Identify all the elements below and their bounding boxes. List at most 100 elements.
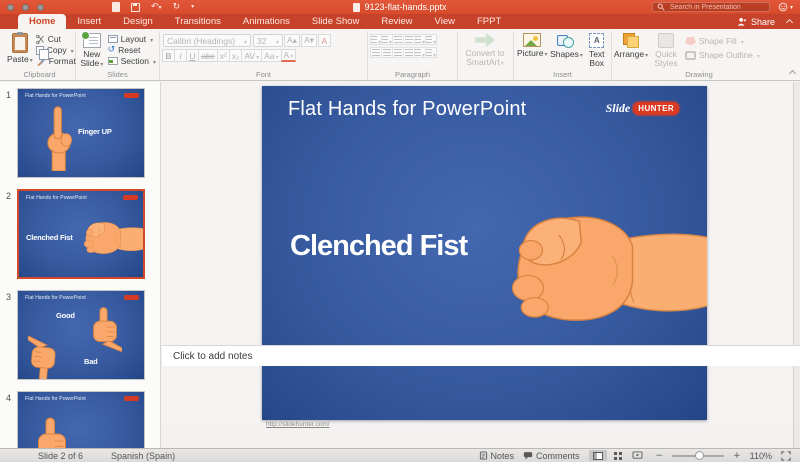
slide-position-indicator: Slide 2 of 6 [38,450,84,461]
strikethrough-button[interactable]: abc [198,49,218,62]
character-spacing-button[interactable]: AV [241,49,263,62]
new-slide-button[interactable]: New Slide [79,31,105,70]
font-color-button[interactable]: A [280,49,297,62]
tab-design[interactable]: Design [112,14,164,29]
undo-icon[interactable]: ↶▾ [151,1,162,14]
slide-1-thumbnail[interactable]: Flat Hands for PowerPoint Finger UP [17,88,145,178]
fit-slide-to-window-icon[interactable] [781,450,791,461]
subscript-button[interactable]: x₂ [228,49,243,62]
current-slide-canvas[interactable]: Flat Hands for PowerPoint Slide HUNTER C… [262,86,707,420]
mini-slide-title: Flat Hands for PowerPoint [25,93,86,99]
minimize-window-button[interactable] [22,4,29,11]
shape-fill-button[interactable]: Shape Fill [685,36,760,46]
copy-button[interactable]: Copy [35,45,76,60]
slidehunter-link[interactable]: http://slidehunter.com/ [266,421,330,428]
collapse-ribbon-chevron-icon[interactable] [785,18,794,27]
slide-4-thumbnail[interactable]: Flat Hands for PowerPoint [17,391,145,448]
close-window-button[interactable] [7,4,14,11]
shrink-font-button[interactable]: A▾ [300,34,317,47]
zoom-window-button[interactable] [37,4,44,11]
notes-toggle-button[interactable]: Notes [479,451,514,461]
notes-placeholder: Click to add notes [173,350,253,362]
search-box[interactable] [652,2,770,12]
redo-icon[interactable]: ↻ [173,1,181,13]
text-box-label: Text Box [588,49,605,68]
slide-heading-textbox[interactable]: Clenched Fist [290,230,468,263]
save-icon[interactable] [131,2,140,12]
layout-button[interactable]: Layout [107,34,156,44]
slide-show-view-button[interactable] [629,450,647,461]
grow-font-button[interactable]: A▴ [284,34,300,47]
section-button[interactable]: Section [107,56,156,66]
reset-button[interactable]: ↺ Reset [108,45,156,55]
slide-editor-area: Flat Hands for PowerPoint Slide HUNTER C… [162,82,793,428]
arrange-button[interactable]: Arrange [614,32,648,70]
layout-label: Layout [120,34,147,44]
shapes-button[interactable]: Shapes [550,32,583,70]
slide-2-thumbnail-selected[interactable]: Flat Hands for PowerPoint Clenched Fist [17,189,145,279]
tab-home[interactable]: Home [18,14,67,29]
zoom-slider-knob[interactable] [695,450,705,460]
picture-icon [523,33,542,47]
clipboard-group-label: Clipboard [23,70,56,79]
tab-animations[interactable]: Animations [232,14,301,29]
slide-sorter-view-button[interactable] [609,450,627,461]
comments-icon [523,452,533,460]
tab-review[interactable]: Review [370,14,423,29]
new-slide-dropdown-icon[interactable] [99,58,103,68]
customize-toolbar-icon[interactable]: ▾ [191,1,194,13]
clear-formatting-button[interactable]: A [317,34,331,47]
clenched-fist-illustration [70,216,144,263]
quick-styles-button[interactable]: Quick Styles [650,32,682,70]
picture-button[interactable]: Picture [517,32,547,70]
smartart-label: Convert to SmartArt [465,48,505,67]
change-case-button[interactable]: Aa [261,49,282,62]
ribbon-collapse-chevron-icon[interactable] [788,69,797,78]
slide-title-textbox[interactable]: Flat Hands for PowerPoint [288,98,526,121]
tab-fppt[interactable]: FPPT [466,14,512,29]
workspace: 1 Flat Hands for PowerPoint Finger UP 2 … [0,82,800,448]
zoom-level-indicator[interactable]: 110% [750,451,772,461]
font-name-select[interactable]: Calibri (Headings) [163,34,251,47]
comments-toggle-button[interactable]: Comments [523,451,580,461]
mini-slide-title: Flat Hands for PowerPoint [26,195,87,201]
shape-fill-icon [685,36,696,46]
text-box-button[interactable]: A Text Box [585,32,608,70]
shape-outline-button[interactable]: Shape Outline [685,50,760,60]
share-button[interactable]: Share [737,14,794,29]
cut-button[interactable]: Cut [35,34,76,44]
tab-slide-show[interactable]: Slide Show [301,14,371,29]
mini-caption: Bad [84,357,98,366]
search-input[interactable] [668,2,758,12]
convert-to-smartart-button[interactable]: Convert to SmartArt [461,32,509,70]
normal-view-button[interactable] [588,450,607,461]
paste-button[interactable]: Paste [7,32,33,70]
slide-number: 1 [5,90,11,100]
shape-fill-label: Shape Fill [699,36,737,46]
vertical-scrollbar[interactable] [793,82,800,448]
ribbon-group-smartart: Convert to SmartArt [458,31,514,80]
paste-dropdown-icon[interactable] [29,54,33,64]
layout-icon [107,35,118,43]
new-presentation-icon[interactable] [112,2,120,12]
clenched-fist-illustration[interactable] [467,196,707,351]
tab-transitions[interactable]: Transitions [164,14,232,29]
insert-group-label: Insert [553,70,572,79]
reset-label: Reset [118,45,141,55]
thumbnail-item-1: 1 Flat Hands for PowerPoint Finger UP [0,88,160,178]
notes-pane[interactable]: Click to add notes [162,345,800,366]
share-person-icon [737,18,747,26]
zoom-out-button[interactable]: − [656,451,664,461]
language-indicator[interactable]: Spanish (Spain) [111,451,175,461]
ribbon-tab-bar: Home Insert Design Transitions Animation… [0,14,800,29]
feedback-smiley-icon[interactable]: ▾ [778,2,793,12]
zoom-slider[interactable] [672,450,725,460]
slide-3-thumbnail[interactable]: Flat Hands for PowerPoint Good Bad [17,290,145,380]
zoom-in-button[interactable]: + [733,451,741,461]
tab-insert[interactable]: Insert [66,14,112,29]
slidehunter-logo: Slide HUNTER [606,101,679,116]
tab-view[interactable]: View [424,14,466,29]
reset-icon: ↺ [107,44,116,55]
align-text-button[interactable] [425,47,437,58]
font-size-select[interactable]: 32 [253,34,283,47]
